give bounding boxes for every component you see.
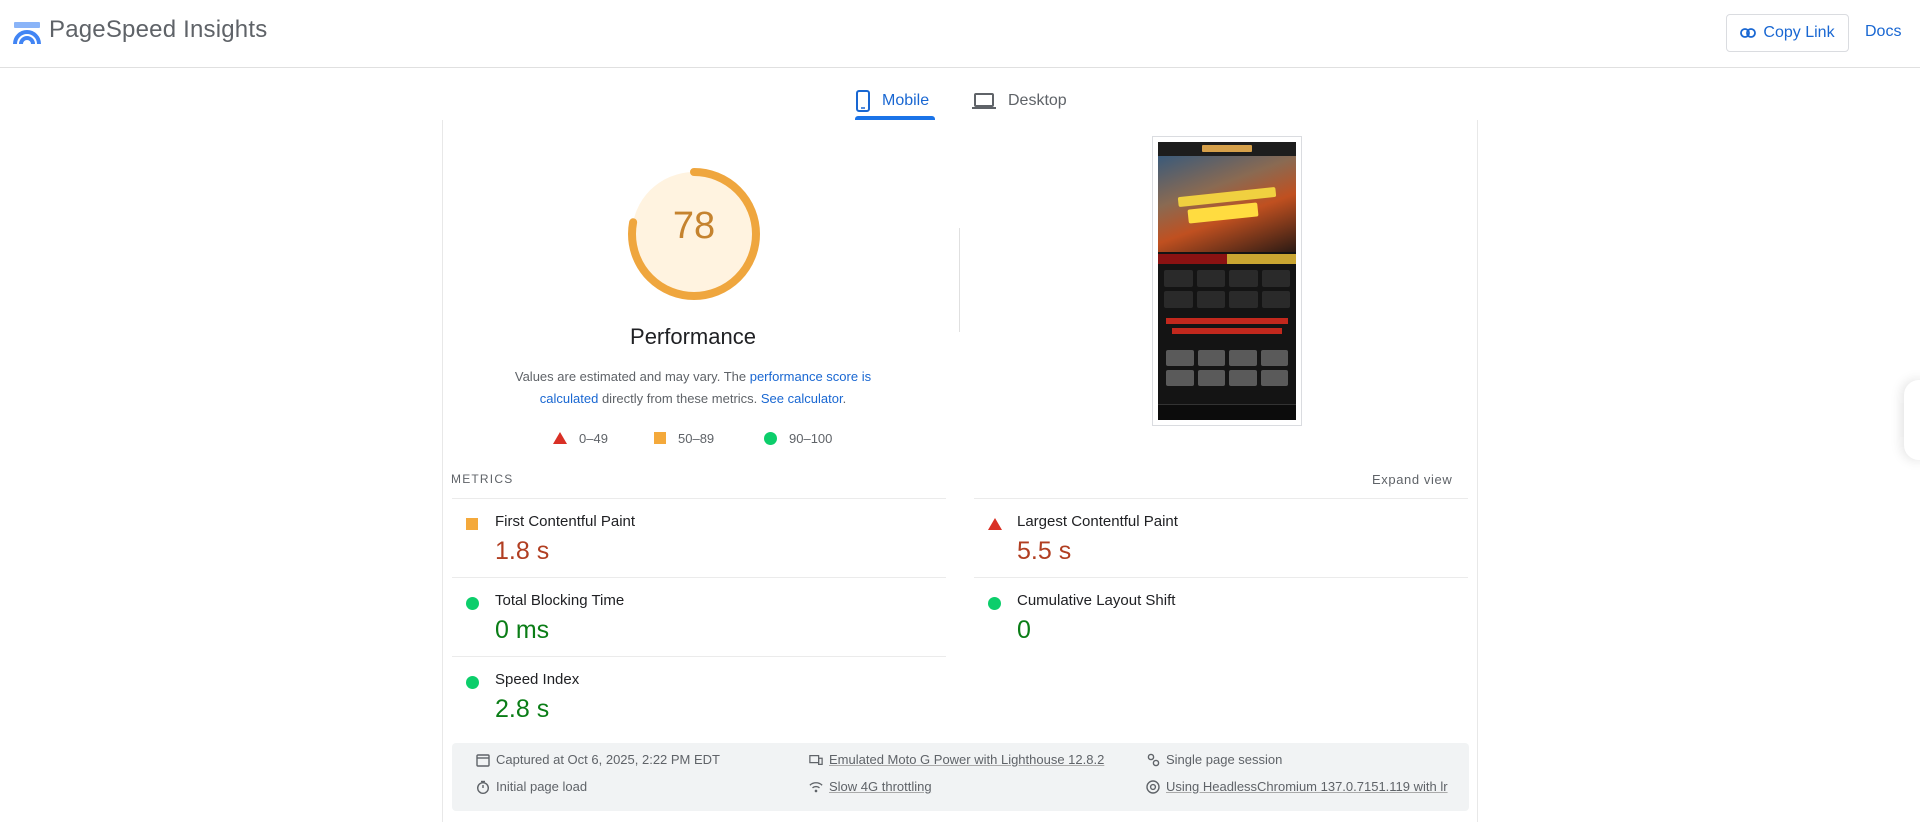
screenshot-button-red xyxy=(1158,254,1227,264)
initial-load-text: Initial page load xyxy=(496,779,588,794)
metric-total-blocking-time: Total Blocking Time 0 ms xyxy=(452,577,946,656)
initial-load-item: Initial page load xyxy=(476,779,587,794)
page-screenshot-thumbnail[interactable] xyxy=(1152,136,1302,426)
screenshot-provider-logos xyxy=(1166,350,1288,386)
desc-suffix: . xyxy=(842,391,847,406)
captured-at-item: Captured at Oct 6, 2025, 2:22 PM EDT xyxy=(476,752,720,767)
desc-middle: directly from these metrics. xyxy=(598,391,761,406)
throttling-item: Slow 4G throttling xyxy=(809,779,932,794)
metric-name: Cumulative Layout Shift xyxy=(1017,592,1176,609)
red-triangle-icon xyxy=(553,432,567,444)
mobile-phone-icon xyxy=(856,90,870,112)
screenshot-footer-bar xyxy=(1158,404,1296,420)
browser-text[interactable]: Using HeadlessChromium 137.0.7151.119 wi… xyxy=(1166,779,1448,794)
red-triangle-icon xyxy=(988,518,1002,530)
screenshot-logo xyxy=(1166,370,1194,386)
green-circle-icon xyxy=(466,597,479,610)
performance-description: Values are estimated and may vary. The p… xyxy=(495,366,891,410)
screenshot-icon xyxy=(1196,270,1225,287)
metric-value: 0 ms xyxy=(495,616,550,644)
metric-speed-index: Speed Index 2.8 s xyxy=(452,656,946,735)
green-circle-icon xyxy=(764,431,777,445)
wifi-icon xyxy=(809,781,823,792)
metrics-heading: METRICS xyxy=(451,472,514,486)
screenshot-icon xyxy=(1261,291,1290,308)
screenshot-icon xyxy=(1229,270,1258,287)
metric-value: 5.5 s xyxy=(1017,537,1072,565)
session-text: Single page session xyxy=(1166,752,1283,767)
run-info-footer: Captured at Oct 6, 2025, 2:22 PM EDT Ini… xyxy=(452,743,1469,811)
metric-name: Speed Index xyxy=(495,671,580,688)
screenshot-logo xyxy=(1197,370,1225,386)
orange-square-icon xyxy=(466,518,478,530)
tab-mobile[interactable]: Mobile xyxy=(856,82,929,120)
screenshot-red-headline xyxy=(1166,318,1288,324)
screenshot-red-subline xyxy=(1172,328,1282,334)
timer-icon xyxy=(477,780,489,794)
captured-at-text: Captured at Oct 6, 2025, 2:22 PM EDT xyxy=(496,752,721,767)
screenshot-brand-logo xyxy=(1202,145,1252,152)
devices-icon xyxy=(809,754,823,765)
screenshot-logo xyxy=(1197,350,1225,366)
side-feedback-tab[interactable] xyxy=(1904,380,1920,460)
vertical-divider xyxy=(959,228,960,332)
laptop-icon xyxy=(972,93,996,109)
metric-name: First Contentful Paint xyxy=(495,513,636,530)
device-item: Emulated Moto G Power with Lighthouse 12… xyxy=(809,752,1104,767)
calendar-icon xyxy=(476,753,490,767)
legend-label-average: 50–89 xyxy=(678,430,715,446)
performance-score: 78 xyxy=(672,205,716,247)
performance-title: Performance xyxy=(630,324,756,349)
green-circle-icon xyxy=(466,676,479,689)
screenshot-button-gold xyxy=(1227,254,1296,264)
screenshot-icon xyxy=(1164,270,1193,287)
desc-prefix: Values are estimated and may vary. The xyxy=(514,369,750,384)
browser-item: Using HeadlessChromium 137.0.7151.119 wi… xyxy=(1146,779,1448,794)
session-item: Single page session xyxy=(1146,752,1282,767)
copy-link-label: Copy Link xyxy=(1763,24,1835,41)
link-icon xyxy=(1740,28,1757,38)
screenshot-icon xyxy=(1196,291,1225,308)
metric-first-contentful-paint: First Contentful Paint 1.8 s xyxy=(452,498,946,577)
metric-name: Total Blocking Time xyxy=(495,592,625,609)
expand-view-button[interactable]: Expand view xyxy=(1372,472,1452,487)
screenshot-logo xyxy=(1260,350,1288,366)
app-title[interactable]: PageSpeed Insights xyxy=(49,16,267,44)
legend-label-poor: 0–49 xyxy=(579,430,608,446)
metric-value: 2.8 s xyxy=(495,695,550,723)
copy-link-button[interactable]: Copy Link xyxy=(1726,14,1849,52)
device-text[interactable]: Emulated Moto G Power with Lighthouse 12… xyxy=(829,752,1104,767)
screenshot-logo xyxy=(1229,350,1257,366)
screenshot-icon xyxy=(1164,291,1193,308)
metric-largest-contentful-paint: Largest Contentful Paint 5.5 s xyxy=(974,498,1468,577)
throttling-text[interactable]: Slow 4G throttling xyxy=(829,779,932,794)
orange-square-icon xyxy=(654,432,666,444)
legend-item-average: 50–89 xyxy=(654,428,714,448)
legend-item-good: 90–100 xyxy=(764,428,832,448)
tab-desktop[interactable]: Desktop xyxy=(972,82,1067,120)
screenshot-icon xyxy=(1261,270,1290,287)
legend-item-poor: 0–49 xyxy=(553,428,608,448)
see-calculator-link[interactable]: See calculator xyxy=(761,391,843,406)
top-bar: PageSpeed Insights Copy Link Docs xyxy=(0,0,1920,68)
screenshot-icon-grid xyxy=(1164,270,1290,308)
metric-cumulative-layout-shift: Cumulative Layout Shift 0 xyxy=(974,577,1468,656)
screenshot-logo xyxy=(1260,370,1288,386)
tab-desktop-label: Desktop xyxy=(1008,92,1067,109)
screenshot-logo xyxy=(1229,370,1257,386)
tab-mobile-label: Mobile xyxy=(882,92,930,109)
person-icon xyxy=(1147,753,1160,766)
chrome-icon xyxy=(1146,779,1160,794)
screenshot-buttons xyxy=(1158,254,1296,264)
screenshot-icon xyxy=(1229,291,1258,308)
docs-link[interactable]: Docs xyxy=(1865,23,1901,41)
metric-name: Largest Contentful Paint xyxy=(1017,513,1178,530)
mobile-screenshot-image xyxy=(1158,142,1296,420)
screenshot-logo xyxy=(1166,350,1194,366)
metric-value: 1.8 s xyxy=(495,537,550,565)
metric-value: 0 xyxy=(1017,616,1031,644)
legend-label-good: 90–100 xyxy=(789,430,833,446)
pagespeed-logo-icon[interactable] xyxy=(12,20,42,46)
green-circle-icon xyxy=(988,597,1001,610)
